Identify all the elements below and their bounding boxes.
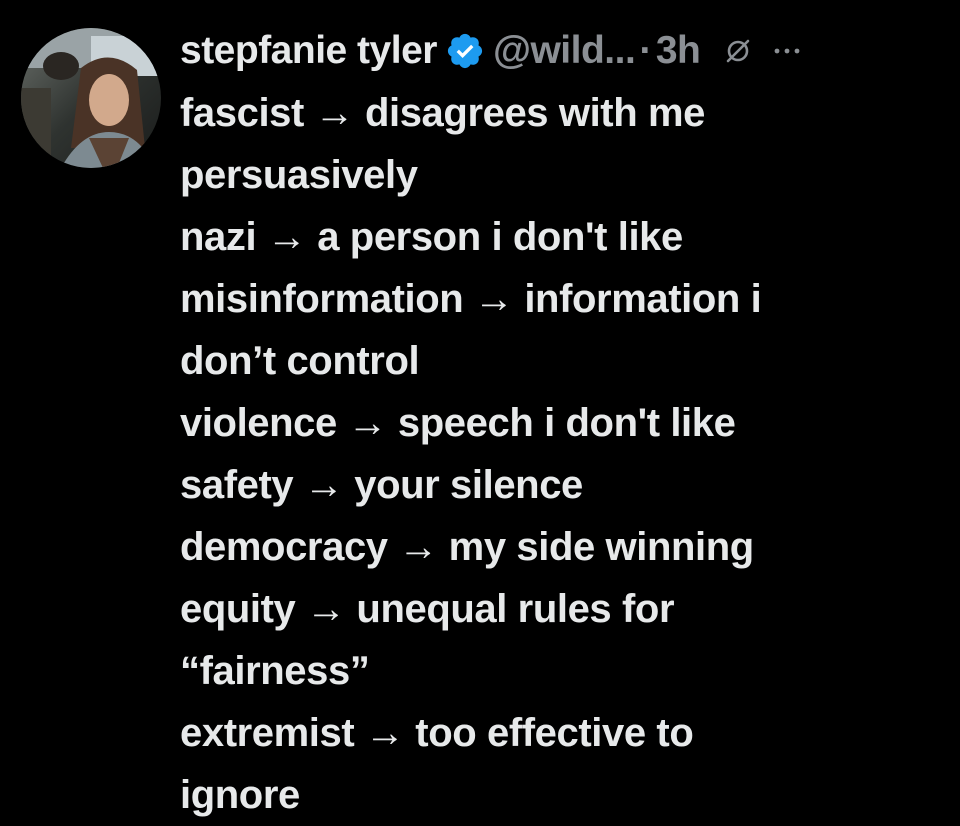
tweet-text-line: safety → your silence — [180, 463, 583, 507]
profile-photo-icon — [21, 28, 161, 168]
author-display-name[interactable]: stepfanie tyler — [180, 29, 437, 73]
verified-badge-icon[interactable] — [445, 31, 485, 71]
tweet-text-line: violence → speech i don't like — [180, 401, 736, 445]
tweet-text-line: equity → unequal rules for — [180, 587, 675, 631]
tweet-text-line: persuasively — [180, 153, 418, 197]
more-options-icon[interactable] — [772, 45, 802, 57]
separator-dot: · — [639, 29, 652, 72]
tweet-text-line: misinformation → information i — [180, 277, 762, 321]
tweet-text-line: ignore — [180, 773, 300, 817]
tweet-text: fascist → disagrees with me persuasively… — [180, 82, 950, 826]
tweet[interactable]: stepfanie tyler @wild... · 3h fascist → … — [0, 0, 960, 824]
tweet-header: stepfanie tyler @wild... · 3h — [180, 20, 950, 82]
avatar[interactable] — [21, 28, 161, 168]
grok-icon[interactable] — [724, 37, 752, 65]
tweet-text-line: don’t control — [180, 339, 420, 383]
tweet-text-line: extremist → too effective to — [180, 711, 694, 755]
tweet-text-line: fascist → disagrees with me — [180, 91, 705, 135]
tweet-text-line: nazi → a person i don't like — [180, 215, 683, 259]
tweet-content: stepfanie tyler @wild... · 3h fascist → … — [180, 20, 950, 826]
timestamp[interactable]: 3h — [656, 29, 701, 73]
author-handle[interactable]: @wild... — [493, 29, 636, 73]
tweet-text-line: democracy → my side winning — [180, 525, 754, 569]
tweet-text-line: “fairness” — [180, 649, 370, 693]
